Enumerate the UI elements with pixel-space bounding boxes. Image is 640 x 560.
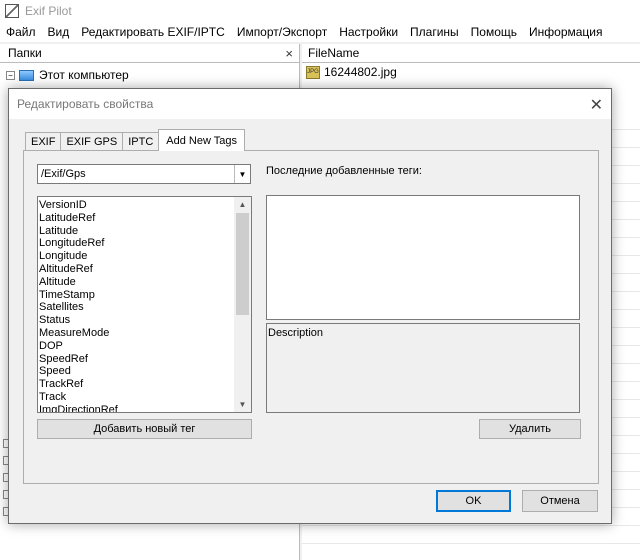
tab-exif-gps[interactable]: EXIF GPS [60,132,124,151]
recent-tags-label: Последние добавленные теги: [266,165,422,177]
tag-list-item[interactable]: ImgDirectionRef [39,404,251,412]
chevron-down-icon[interactable]: ▼ [234,165,250,183]
cancel-button[interactable]: Отмена [522,490,598,512]
dialog-close-icon[interactable]: ✕ [590,95,603,115]
tag-list-item[interactable]: VersionID [39,199,251,212]
tag-list-item[interactable]: MeasureMode [39,327,251,340]
dialog-titlebar: Редактировать свойства [9,89,611,119]
menu-view[interactable]: Вид [48,25,70,39]
tag-list-item[interactable]: Satellites [39,301,251,314]
tag-list-item[interactable]: TrackRef [39,378,251,391]
tag-list-item[interactable]: LatitudeRef [39,212,251,225]
tag-path-value: /Exif/Gps [41,168,86,180]
menu-plugins[interactable]: Плагины [410,25,459,39]
tag-list-item[interactable]: Altitude [39,276,251,289]
app-titlebar: Exif Pilot [0,0,640,22]
tag-list-scrollbar[interactable]: ▲ ▼ [234,197,251,412]
tab-exif[interactable]: EXIF [25,132,62,151]
tag-list-item[interactable]: AltitudeRef [39,263,251,276]
tab-iptc[interactable]: IPTC [122,132,160,151]
file-name: 16244802.jpg [324,65,397,79]
close-icon[interactable]: × [285,46,293,61]
delete-button[interactable]: Удалить [479,419,581,439]
jpg-file-icon: JPG [306,65,320,79]
tag-list-item[interactable]: TimeStamp [39,289,251,302]
collapse-icon[interactable]: − [6,70,15,80]
tree-item-label: Этот компьютер [39,68,129,82]
edit-properties-dialog: Редактировать свойства ✕ EXIF EXIF GPS I… [8,88,612,524]
menu-info[interactable]: Информация [529,25,602,39]
tag-list-item[interactable]: SpeedRef [39,353,251,366]
app-logo-icon [5,4,19,18]
tag-list-item[interactable]: LongitudeRef [39,237,251,250]
ok-button[interactable]: OK [436,490,511,512]
dialog-title: Редактировать свойства [17,97,154,111]
description-label: Description [268,327,324,339]
menu-edit-exif-iptc[interactable]: Редактировать EXIF/IPTC [81,25,225,39]
menu-import-export[interactable]: Импорт/Экспорт [237,25,327,39]
scroll-up-icon[interactable]: ▲ [234,197,251,212]
tag-list-item[interactable]: Speed [39,365,251,378]
app-title: Exif Pilot [25,4,72,18]
folders-header-label: Папки [8,46,42,60]
tag-list-item[interactable]: DOP [39,340,251,353]
menu-file[interactable]: Файл [6,25,36,39]
tag-path-combobox[interactable]: /Exif/Gps ▼ [37,164,251,184]
tag-list-item[interactable]: Longitude [39,250,251,263]
menu-bar: Файл Вид Редактировать EXIF/IPTC Импорт/… [0,22,640,42]
tab-add-new-tags[interactable]: Add New Tags [158,129,245,151]
recent-tags-list[interactable] [266,195,580,320]
add-new-tag-button[interactable]: Добавить новый тег [37,419,252,439]
tag-list[interactable]: VersionID LatitudeRef Latitude LongitudeRef… [37,196,252,413]
tab-strip: EXIF EXIF GPS IPTC Add New Tags [25,129,245,151]
folders-header: Папки × [0,44,299,63]
file-row[interactable]: JPG 16244802.jpg [302,63,640,81]
tag-list-item[interactable]: Track [39,391,251,404]
scroll-down-icon[interactable]: ▼ [234,397,251,412]
menu-help[interactable]: Помощь [471,25,517,39]
tag-list-item[interactable]: Status [39,314,251,327]
column-header-filename[interactable]: FileName [302,44,640,63]
computer-icon [19,69,34,81]
description-box: Description [266,323,580,413]
scrollbar-thumb[interactable] [236,213,249,315]
tree-item-this-computer[interactable]: − Этот компьютер [6,68,129,82]
menu-settings[interactable]: Настройки [339,25,398,39]
tag-list-item[interactable]: Latitude [39,225,251,238]
